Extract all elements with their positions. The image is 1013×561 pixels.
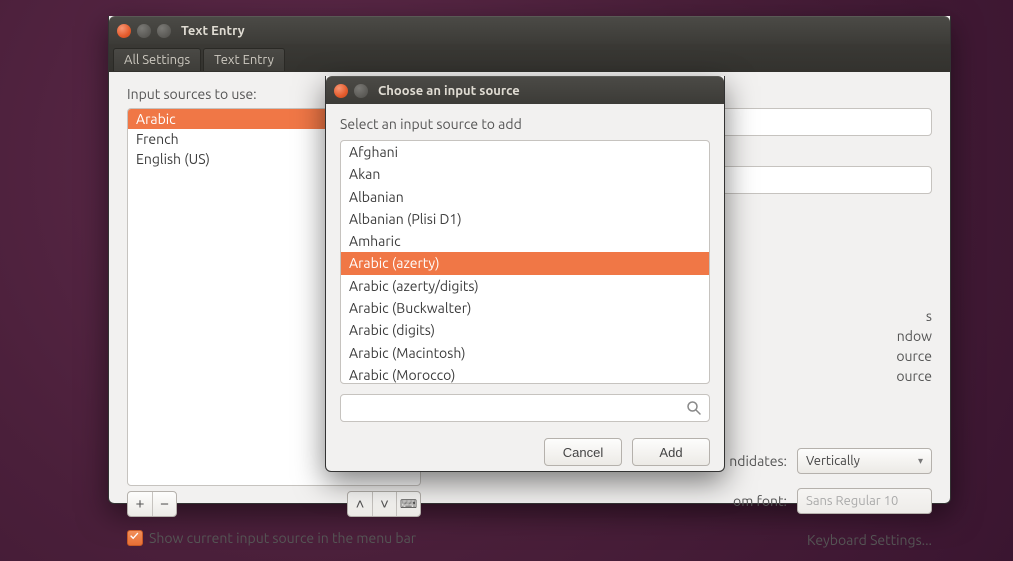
cancel-button[interactable]: Cancel <box>544 438 622 466</box>
minimize-icon[interactable] <box>137 24 151 38</box>
dialog-restore-icon[interactable] <box>354 84 368 98</box>
breadcrumb-bar: All Settings Text Entry <box>109 44 950 72</box>
choose-input-source-dialog: Choose an input source Select an input s… <box>325 76 725 472</box>
picker-item[interactable]: Afghani <box>341 141 709 163</box>
search-input[interactable] <box>340 394 710 422</box>
dialog-close-icon[interactable] <box>334 84 348 98</box>
picker-item[interactable]: Arabic (azerty/digits) <box>341 275 709 297</box>
candidates-combo[interactable]: Vertically ▾ <box>797 448 932 474</box>
picker-item[interactable]: Arabic (Macintosh) <box>341 342 709 364</box>
remove-source-button[interactable]: − <box>152 492 176 516</box>
picker-item[interactable]: Arabic (digits) <box>341 319 709 341</box>
dialog-titlebar[interactable]: Choose an input source <box>326 76 724 104</box>
menu-bar-checkbox-label: Show current input source in the menu ba… <box>149 530 416 546</box>
add-remove-group: + − <box>127 491 177 517</box>
dialog-label: Select an input source to add <box>340 116 710 132</box>
close-icon[interactable] <box>117 24 131 38</box>
reorder-group: ˄ ˅ ⌨ <box>347 491 421 517</box>
font-button[interactable]: Sans Regular 10 <box>797 488 932 514</box>
font-value: Sans Regular 10 <box>806 494 898 508</box>
hidden-row-4: ource <box>896 368 932 384</box>
font-label: om font: <box>733 493 787 509</box>
tab-all-settings[interactable]: All Settings <box>113 48 201 71</box>
add-button[interactable]: Add <box>632 438 710 466</box>
keyboard-settings-link[interactable]: Keyboard Settings... <box>807 532 932 548</box>
hidden-row-1: s <box>926 308 932 324</box>
keyboard-layout-button[interactable]: ⌨ <box>396 492 420 516</box>
picker-item[interactable]: Albanian (Plisi D1) <box>341 208 709 230</box>
picker-item[interactable]: Amharic <box>341 230 709 252</box>
picker-item-selected[interactable]: Arabic (azerty) <box>341 252 709 274</box>
main-titlebar[interactable]: Text Entry <box>109 16 950 44</box>
move-up-button[interactable]: ˄ <box>348 492 372 516</box>
hidden-row-2: ndow <box>897 328 932 344</box>
move-down-button[interactable]: ˅ <box>372 492 396 516</box>
hidden-row-3: ource <box>896 348 932 364</box>
picker-item[interactable]: Arabic (Morocco) <box>341 364 709 384</box>
main-title: Text Entry <box>181 24 245 38</box>
picker-item[interactable]: Akan <box>341 163 709 185</box>
tab-text-entry[interactable]: Text Entry <box>203 48 285 71</box>
picker-item[interactable]: Arabic (Buckwalter) <box>341 297 709 319</box>
candidates-label: ndidates: <box>729 453 787 469</box>
caret-down-icon: ▾ <box>918 455 923 467</box>
maximize-icon[interactable] <box>157 24 171 38</box>
dialog-title: Choose an input source <box>378 84 520 98</box>
menu-bar-checkbox-row[interactable]: Show current input source in the menu ba… <box>127 530 416 546</box>
search-icon <box>686 400 702 416</box>
candidates-value: Vertically <box>806 454 860 468</box>
sources-label: Input sources to use: <box>127 86 257 102</box>
input-source-picker[interactable]: Afghani Akan Albanian Albanian (Plisi D1… <box>340 140 710 384</box>
sources-toolbar: + − ˄ ˅ ⌨ <box>127 491 421 517</box>
checkbox-checked-icon[interactable] <box>127 530 143 546</box>
add-source-button[interactable]: + <box>128 492 152 516</box>
picker-item[interactable]: Albanian <box>341 186 709 208</box>
